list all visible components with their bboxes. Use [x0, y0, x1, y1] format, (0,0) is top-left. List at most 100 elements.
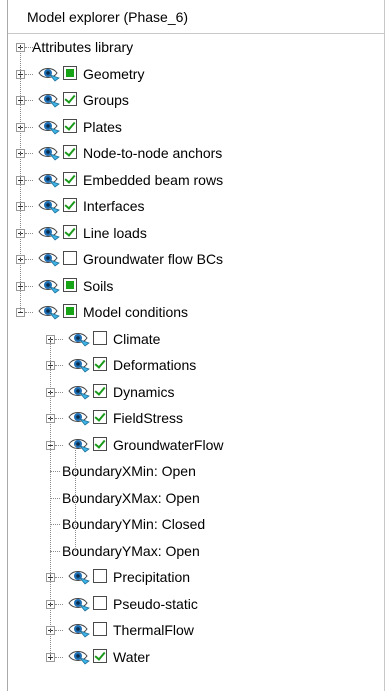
tree-row[interactable]: FieldStress [8, 405, 384, 432]
visibility-checkbox[interactable] [63, 171, 77, 186]
tree-item-label[interactable]: Deformations [113, 357, 196, 373]
tree-connector [55, 365, 63, 366]
eye-visibility-icon[interactable] [68, 649, 90, 665]
visibility-checkbox[interactable] [63, 145, 77, 159]
eye-visibility-icon[interactable] [68, 410, 90, 426]
eye-visibility-icon[interactable] [68, 569, 90, 585]
tree-row[interactable]: Geometry [8, 61, 384, 88]
eye-visibility-icon[interactable] [38, 251, 60, 267]
tree-row[interactable]: Precipitation [8, 564, 384, 591]
visibility-checkbox[interactable] [93, 595, 107, 610]
tree-item-label[interactable]: Water [113, 649, 150, 665]
tree-connector [50, 524, 60, 525]
tree-item-label[interactable]: Precipitation [113, 569, 190, 585]
tree-connector [25, 126, 33, 128]
tree-item-label[interactable]: Dynamics [113, 384, 174, 400]
visibility-checkbox[interactable] [63, 118, 77, 133]
tree-connector [55, 338, 63, 340]
tree-row[interactable]: Groundwater flow BCs [8, 246, 384, 273]
tree-item-label[interactable]: Groundwater flow BCs [83, 251, 223, 267]
tree-row[interactable]: Line loads [8, 220, 384, 247]
tree-item-label[interactable]: FieldStress [113, 410, 183, 426]
tree-connector [50, 497, 60, 499]
visibility-checkbox[interactable] [63, 304, 77, 318]
visibility-checkbox[interactable] [93, 569, 107, 583]
eye-visibility-icon[interactable] [38, 119, 60, 135]
tree-row[interactable]: Pseudo-static [8, 591, 384, 618]
eye-visibility-icon[interactable] [68, 622, 90, 638]
tree-item-label[interactable]: Geometry [83, 66, 144, 82]
eye-visibility-icon[interactable] [38, 172, 60, 188]
eye-visibility-icon[interactable] [68, 331, 90, 347]
tree-row[interactable]: Interfaces [8, 193, 384, 220]
eye-visibility-icon[interactable] [68, 437, 90, 453]
tree-item-label[interactable]: ThermalFlow [113, 622, 194, 638]
tree-row[interactable]: Model conditions [8, 299, 384, 326]
tree-item-label[interactable]: Pseudo-static [113, 596, 198, 612]
eye-visibility-icon[interactable] [38, 304, 60, 320]
eye-visibility-icon[interactable] [68, 384, 90, 400]
tree-row[interactable]: ThermalFlow [8, 617, 384, 644]
visibility-checkbox[interactable] [63, 92, 77, 106]
tree-connector [25, 100, 33, 101]
tree-item-label[interactable]: Embedded beam rows [83, 172, 223, 188]
tree-item-label[interactable]: BoundaryXMin: Open [62, 463, 196, 479]
tree-item-label[interactable]: BoundaryYMin: Closed [62, 516, 205, 532]
tree-connector [25, 153, 33, 154]
tree-row[interactable]: BoundaryYMax: Open [8, 538, 384, 565]
tree-row[interactable]: BoundaryXMax: Open [8, 485, 384, 512]
tree-row[interactable]: Node-to-node anchors [8, 140, 384, 167]
tree-item-label[interactable]: Plates [83, 119, 122, 135]
visibility-checkbox[interactable] [93, 648, 107, 663]
tree-connector [50, 471, 60, 472]
visibility-checkbox[interactable] [93, 330, 107, 345]
tree-item-label[interactable]: Node-to-node anchors [83, 145, 222, 161]
eye-visibility-icon[interactable] [38, 92, 60, 108]
tree-connector [50, 550, 60, 552]
tree-item-label[interactable]: Groups [83, 92, 129, 108]
tree-connector [55, 577, 63, 578]
tree-row[interactable]: Attributes library [8, 34, 384, 61]
eye-visibility-icon[interactable] [38, 225, 60, 241]
tree-item-label[interactable]: GroundwaterFlow [113, 437, 224, 453]
tree-row[interactable]: GroundwaterFlow [8, 432, 384, 459]
visibility-checkbox[interactable] [93, 436, 107, 451]
visibility-checkbox[interactable] [63, 65, 77, 80]
tree-row[interactable]: Soils [8, 273, 384, 300]
eye-visibility-icon[interactable] [38, 278, 60, 294]
tree-connector [25, 73, 33, 75]
tree-connector [25, 259, 33, 260]
eye-visibility-icon[interactable] [38, 198, 60, 214]
visibility-checkbox[interactable] [63, 198, 77, 212]
eye-visibility-icon[interactable] [68, 357, 90, 373]
tree-item-label[interactable]: Interfaces [83, 198, 144, 214]
tree-item-label[interactable]: Model conditions [83, 304, 188, 320]
eye-visibility-icon[interactable] [68, 596, 90, 612]
tree-row[interactable]: Water [8, 644, 384, 671]
eye-visibility-icon[interactable] [38, 145, 60, 161]
tree-row[interactable]: BoundaryYMin: Closed [8, 511, 384, 538]
tree-row[interactable]: Embedded beam rows [8, 167, 384, 194]
tree-row[interactable]: Climate [8, 326, 384, 353]
tree-row[interactable]: Deformations [8, 352, 384, 379]
visibility-checkbox[interactable] [93, 357, 107, 371]
visibility-checkbox[interactable] [93, 622, 107, 636]
tree-item-label[interactable]: Soils [83, 278, 113, 294]
visibility-checkbox[interactable] [63, 277, 77, 292]
tree-row[interactable]: Groups [8, 87, 384, 114]
visibility-checkbox[interactable] [63, 224, 77, 239]
tree-row[interactable]: Dynamics [8, 379, 384, 406]
tree-row[interactable]: Plates [8, 114, 384, 141]
tree-item-label[interactable]: BoundaryXMax: Open [62, 490, 200, 506]
visibility-checkbox[interactable] [63, 251, 77, 265]
tree-row[interactable]: BoundaryXMin: Open [8, 458, 384, 485]
eye-visibility-icon[interactable] [38, 66, 60, 82]
visibility-checkbox[interactable] [93, 383, 107, 398]
tree-item-label[interactable]: Climate [113, 331, 160, 347]
tree-connector [25, 179, 33, 181]
visibility-checkbox[interactable] [93, 410, 107, 424]
tree-item-label[interactable]: Attributes library [32, 39, 133, 55]
panel-title: Model explorer (Phase_6) [8, 0, 384, 34]
tree-item-label[interactable]: Line loads [83, 225, 147, 241]
tree-item-label[interactable]: BoundaryYMax: Open [62, 543, 200, 559]
